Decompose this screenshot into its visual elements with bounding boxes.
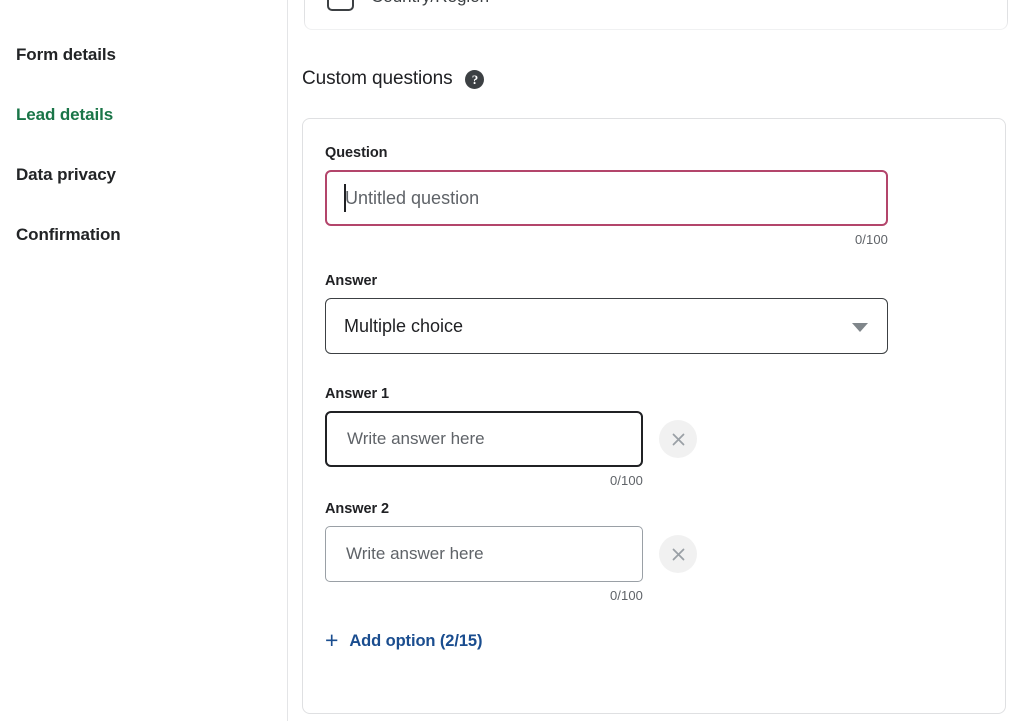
sidebar-item-label: Confirmation bbox=[16, 224, 121, 246]
sidebar-item-confirmation[interactable]: Confirmation bbox=[0, 224, 287, 284]
answer-1-input-group: 0/100 bbox=[325, 411, 643, 488]
help-circle-icon[interactable]: ? bbox=[465, 70, 484, 89]
answer-option-row: 0/100 bbox=[325, 411, 983, 488]
add-option-button[interactable]: + Add option (2/15) bbox=[325, 630, 482, 653]
country-region-label: Country/Region bbox=[371, 0, 489, 7]
answer-1-input[interactable] bbox=[325, 411, 643, 467]
answer-2-input-group: 0/100 bbox=[325, 526, 643, 603]
sidebar-item-data-privacy[interactable]: Data privacy bbox=[0, 164, 287, 224]
sidebar-item-label: Form details bbox=[16, 44, 116, 66]
remove-answer-2-button[interactable] bbox=[659, 535, 697, 573]
answer-type-select[interactable]: Multiple choice bbox=[325, 298, 888, 354]
add-option-label: Add option (2/15) bbox=[349, 632, 482, 651]
custom-questions-heading: Custom questions ? bbox=[302, 68, 484, 90]
add-option-row: + Add option (2/15) bbox=[325, 630, 983, 654]
sidebar-nav: Form details Lead details Data privacy C… bbox=[0, 0, 288, 721]
answer-type-select-wrapper: Multiple choice bbox=[325, 298, 888, 354]
question-char-counter: 0/100 bbox=[325, 232, 888, 247]
close-icon bbox=[670, 431, 687, 448]
page-title: Custom questions bbox=[302, 68, 452, 90]
sidebar-item-label: Lead details bbox=[16, 104, 113, 126]
sidebar-item-lead-details[interactable]: Lead details bbox=[0, 104, 287, 164]
answer-2-input[interactable] bbox=[325, 526, 643, 582]
question-label: Question bbox=[325, 145, 983, 161]
country-region-field-card[interactable]: Country/Region bbox=[304, 0, 1008, 30]
lead-form-editor: Form details Lead details Data privacy C… bbox=[0, 0, 1024, 721]
text-caret bbox=[344, 184, 346, 212]
country-region-checkbox[interactable] bbox=[327, 0, 354, 11]
sidebar-item-form-details[interactable]: Form details bbox=[0, 44, 287, 104]
question-input[interactable] bbox=[325, 170, 888, 226]
sidebar-item-label: Data privacy bbox=[16, 164, 116, 186]
answer-option-row: 0/100 bbox=[325, 526, 983, 603]
plus-icon: + bbox=[325, 629, 338, 652]
content-panel: Country/Region Custom questions ? Questi… bbox=[288, 0, 1024, 721]
question-input-wrapper bbox=[325, 170, 888, 226]
remove-answer-1-button[interactable] bbox=[659, 420, 697, 458]
answer-type-label: Answer bbox=[325, 273, 983, 289]
answer-2-label: Answer 2 bbox=[325, 501, 983, 517]
custom-question-card: Question 0/100 Answer Multiple choice An… bbox=[302, 118, 1006, 714]
answer-1-label: Answer 1 bbox=[325, 386, 983, 402]
answer-2-char-counter: 0/100 bbox=[325, 588, 643, 603]
close-icon bbox=[670, 546, 687, 563]
answer-type-selected-value: Multiple choice bbox=[344, 316, 463, 337]
answer-1-char-counter: 0/100 bbox=[325, 473, 643, 488]
